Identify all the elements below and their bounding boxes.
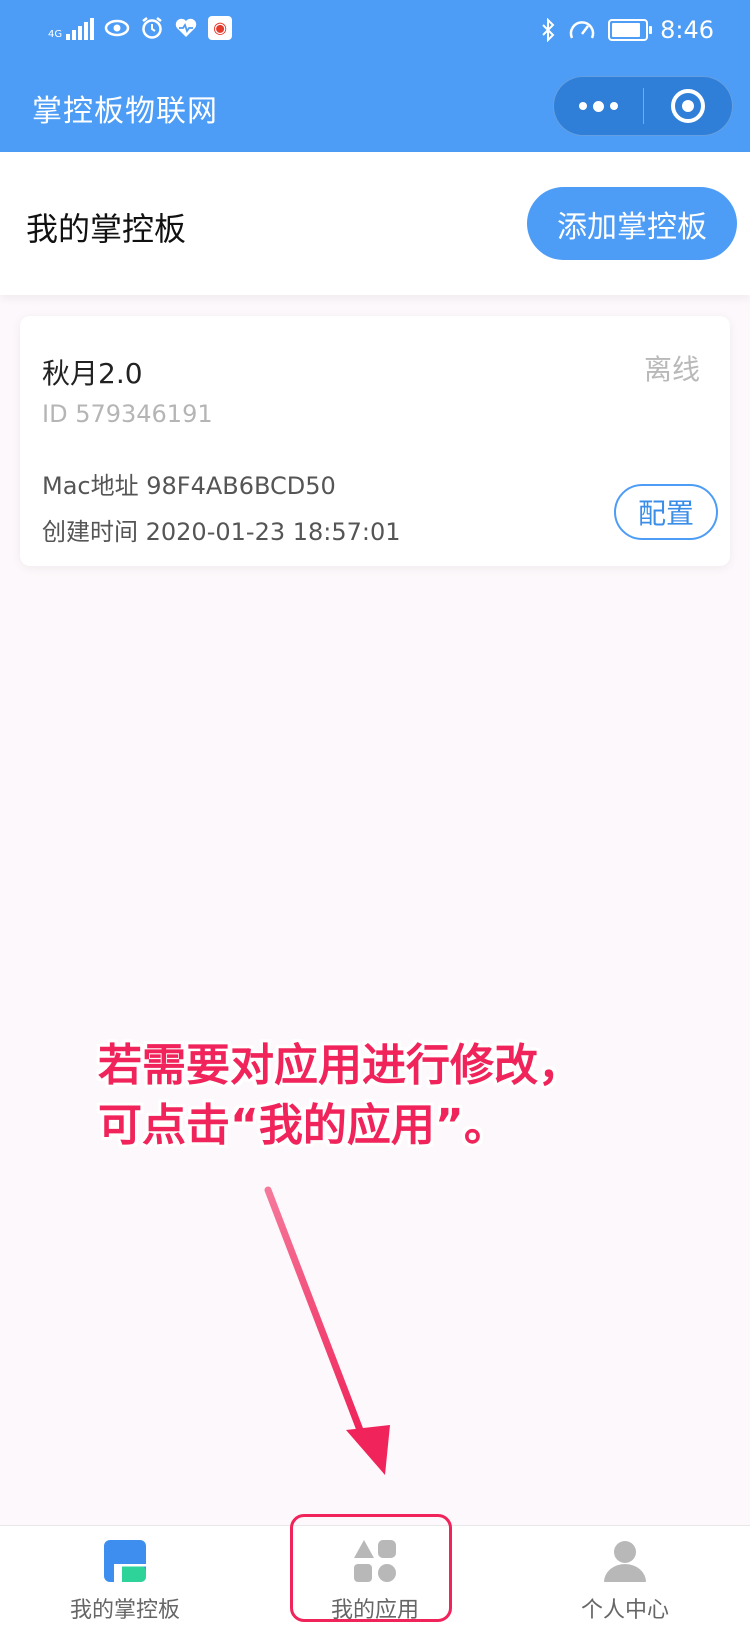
device-name: 秋月2.0 — [42, 357, 143, 390]
page-title: 我的掌控板 — [26, 210, 187, 248]
tab-bar: 我的掌控板 我的应用 个人中心 — [0, 1525, 750, 1626]
device-id: ID 579346191 — [42, 400, 213, 428]
signal-icon: 4G — [48, 16, 95, 40]
bluetooth-icon — [542, 18, 555, 42]
tab-label: 个人中心 — [580, 1598, 669, 1623]
annotation-text: 若需要对应用进行修改， 可点击“我的应用”。 — [98, 1036, 718, 1156]
status-time: 8:46 — [660, 16, 714, 44]
close-mini-program-button[interactable] — [644, 76, 732, 136]
board-icon — [104, 1540, 146, 1582]
eye-icon — [104, 19, 130, 37]
status-right: 8:46 — [540, 16, 714, 44]
notification-app-icon: ◉ — [208, 16, 233, 40]
config-button[interactable]: 配置 — [614, 484, 718, 540]
annotation-line-2: 可点击“我的应用”。 — [98, 1100, 508, 1151]
person-icon — [604, 1541, 646, 1582]
more-options-button[interactable] — [554, 76, 643, 136]
apps-icon — [354, 1540, 396, 1582]
device-status-badge: 离线 — [643, 353, 700, 386]
tab-label: 我的应用 — [330, 1598, 419, 1623]
tab-my-boards[interactable]: 我的掌控板 — [0, 1526, 250, 1626]
health-icon — [175, 18, 197, 37]
network-type: 4G — [48, 29, 63, 40]
device-mac-address: Mac地址 98F4AB6BCD50 — [42, 472, 336, 500]
battery-icon — [608, 19, 653, 41]
device-created-time: 创建时间 2020-01-23 18:57:01 — [42, 518, 401, 546]
tab-profile[interactable]: 个人中心 — [500, 1526, 750, 1626]
alarm-icon — [142, 17, 162, 39]
add-board-button[interactable]: 添加掌控板 — [527, 187, 737, 260]
device-card[interactable]: 秋月2.0 离线 ID 579346191 Mac地址 98F4AB6BCD50… — [20, 316, 730, 566]
tab-label: 我的掌控板 — [69, 1598, 180, 1623]
target-icon — [670, 89, 705, 123]
page-header: 我的掌控板 添加掌控板 — [0, 152, 750, 295]
status-left: 4G ◉ — [48, 16, 233, 40]
mini-program-capsule — [553, 76, 733, 136]
app-title: 掌控板物联网 — [32, 94, 218, 129]
annotation-line-1: 若需要对应用进行修改， — [98, 1040, 582, 1091]
status-bar: 4G ◉ 8:46 — [0, 0, 750, 62]
speed-icon — [569, 21, 595, 39]
tab-my-apps[interactable]: 我的应用 — [250, 1526, 500, 1626]
